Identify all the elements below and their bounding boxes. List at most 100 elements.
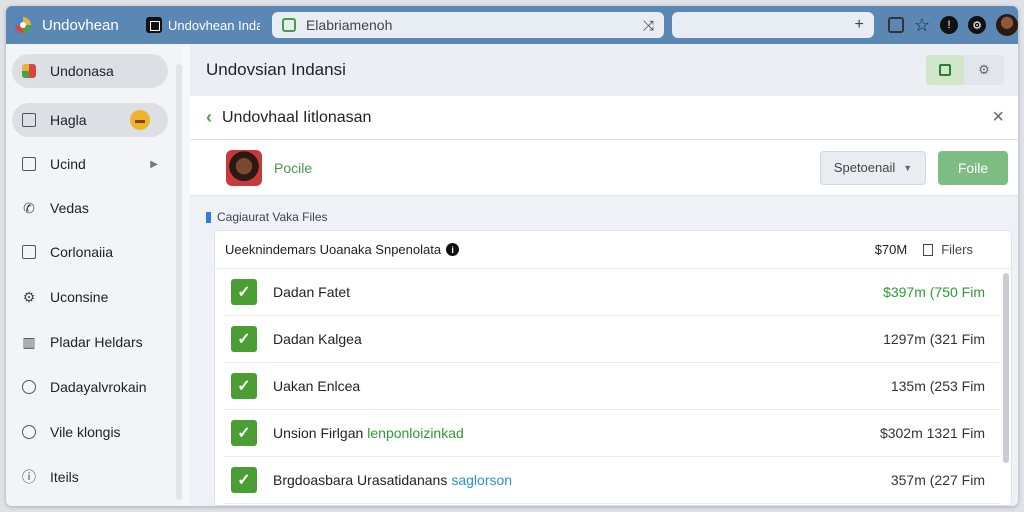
page-header: Undovsian Indansi ⚙ bbox=[190, 44, 1018, 96]
file-size: 357m (227 Fim bbox=[890, 472, 985, 488]
grid-view-icon[interactable] bbox=[926, 55, 964, 85]
avatar bbox=[226, 149, 262, 186]
file-name: Brgdoasbara Urasatidanans bbox=[273, 472, 448, 488]
profile-row: Pocile Spetoenail ▼ Foile bbox=[190, 140, 1018, 196]
file-row[interactable]: ✓ Uakan Enlcea 135m (253 Fim bbox=[225, 363, 999, 410]
panel-header: ‹ Undovhaal Iitlonasan × bbox=[190, 96, 1018, 140]
list-icon bbox=[20, 378, 38, 396]
file-name: Dadan Kalgea bbox=[273, 331, 362, 347]
url-text[interactable]: Elabriamenoh bbox=[306, 17, 643, 33]
app-window: Undovhean Undovhean Indansi Elabriamenoh… bbox=[6, 6, 1018, 506]
notification-badge: ▬ bbox=[130, 110, 150, 130]
star-icon[interactable]: ☆ bbox=[914, 16, 930, 34]
sidebar-item-label: Hagla bbox=[50, 112, 87, 128]
filter-dropdown[interactable]: Spetoenail ▼ bbox=[820, 150, 926, 185]
file-card: Ueeknindemars Uoanaka Snpenolata i $70M … bbox=[214, 230, 1012, 506]
app-title: Undovhean bbox=[42, 16, 119, 34]
file-row[interactable]: ✓ Dadan Kalgea 1297m (321 Fim bbox=[225, 316, 999, 363]
sidebar-item-undonasa[interactable]: Undonasa bbox=[12, 54, 168, 88]
sidebar-item-vile-klongis[interactable]: Vile klongis bbox=[12, 415, 168, 449]
settings-icon: ⚙ bbox=[22, 288, 36, 305]
settings-icon[interactable]: ⚙ bbox=[968, 16, 987, 34]
sidebar-item-hagla[interactable]: Hagla ▬ bbox=[12, 103, 168, 137]
document-icon bbox=[20, 243, 38, 261]
sidebar-scrollbar[interactable] bbox=[176, 64, 182, 500]
file-tag[interactable]: lenponloizinkad bbox=[367, 425, 464, 441]
app-logo-icon[interactable] bbox=[12, 14, 34, 36]
sidebar-item-label: Corlonaiia bbox=[50, 244, 114, 260]
sidebar-item-label: Dadayalvrokain bbox=[50, 379, 147, 395]
file-name: Dadan Fatet bbox=[273, 284, 351, 300]
sidebar-item-dadayalvrokain[interactable]: Dadayalvrokain bbox=[12, 370, 168, 404]
avatar[interactable] bbox=[996, 14, 1018, 36]
detail-panel: ‹ Undovhaal Iitlonasan × Pocile Spetoena… bbox=[190, 96, 1018, 506]
sidebar-item-ucind[interactable]: Ucind ▶ bbox=[12, 147, 168, 181]
file-size: $397m (750 Fim bbox=[883, 284, 985, 300]
sidebar-item-label: Iteils bbox=[50, 469, 79, 485]
card-header: Ueeknindemars Uoanaka Snpenolata i $70M … bbox=[215, 231, 1011, 269]
file-row[interactable]: ✓ Brgdoasbara Urasatidanans saglorson 357m … bbox=[225, 457, 999, 504]
section-marker bbox=[206, 211, 211, 223]
info-icon[interactable]: ! bbox=[940, 16, 959, 34]
dropdown-value: Spetoenail bbox=[833, 160, 896, 175]
tab-title[interactable]: Undovhean Indansi bbox=[168, 18, 260, 33]
window-icon[interactable] bbox=[887, 17, 904, 33]
page-title: Undovsian Indansi bbox=[206, 60, 346, 79]
card-total: $70M bbox=[874, 242, 908, 257]
chevron-down-icon: ▼ bbox=[903, 162, 913, 173]
checkbox-checked[interactable]: ✓ bbox=[231, 420, 257, 446]
folder-icon: ▥ bbox=[22, 333, 36, 350]
file-tag[interactable]: saglorson bbox=[451, 472, 512, 488]
card-files-label[interactable]: Filers bbox=[941, 242, 973, 257]
sidebar: Undonasa Hagla ▬ Ucind ▶ ✆ Vedas Corlona… bbox=[6, 44, 182, 506]
sidebar-item-label: Vile klongis bbox=[50, 424, 121, 440]
info-icon[interactable]: i bbox=[446, 243, 460, 256]
sidebar-item-vedas[interactable]: ✆ Vedas bbox=[12, 191, 168, 225]
tab-icon[interactable] bbox=[145, 17, 162, 33]
search-input[interactable]: + bbox=[671, 12, 874, 38]
panel-title: Undovhaal Iitlonasan bbox=[222, 108, 372, 126]
app-logo-icon bbox=[20, 62, 38, 80]
card-scrollbar[interactable] bbox=[1003, 273, 1009, 463]
info-icon: ⓘ bbox=[22, 469, 36, 485]
secure-icon bbox=[281, 18, 296, 32]
globe-icon bbox=[20, 423, 38, 441]
sidebar-item-iteils[interactable]: ⓘ Iteils bbox=[12, 460, 168, 494]
file-list: ✓ Dadan Fatet $397m (750 Fim ✓ Dadan Kalgea 1… bbox=[225, 269, 999, 504]
sidebar-item-label: Undonasa bbox=[50, 63, 114, 79]
sidebar-item-uconsine[interactable]: ⚙ Uconsine bbox=[12, 280, 168, 314]
back-icon[interactable]: ‹ bbox=[206, 107, 212, 128]
view-toggle[interactable]: ⚙ bbox=[926, 55, 1004, 85]
checkbox-checked[interactable]: ✓ bbox=[231, 279, 257, 305]
title-bar: Undovhean Undovhean Indansi Elabriamenoh… bbox=[6, 6, 1018, 44]
share-icon[interactable]: ⤨ bbox=[643, 17, 654, 34]
section-label: Cagiaurat Vaka Files bbox=[206, 210, 328, 224]
checkbox-checked[interactable]: ✓ bbox=[231, 326, 257, 352]
file-row[interactable]: ✓ Unsion Firlgan lenponloizinkad $302m 1321… bbox=[225, 410, 999, 457]
sidebar-item-label: Vedas bbox=[50, 200, 89, 216]
primary-button[interactable]: Foile bbox=[938, 150, 1008, 185]
profile-name[interactable]: Pocile bbox=[274, 160, 820, 176]
list-icon bbox=[20, 155, 38, 173]
sidebar-item-label: Pladar Heldars bbox=[50, 334, 143, 350]
phone-icon: ✆ bbox=[23, 199, 35, 216]
chevron-right-icon[interactable]: ▶ bbox=[150, 159, 158, 170]
file-row[interactable]: ✓ Dadan Fatet $397m (750 Fim bbox=[225, 269, 999, 316]
card-title: Ueeknindemars Uoanaka Snpenolata bbox=[225, 242, 442, 257]
sidebar-item-corlonaiia[interactable]: Corlonaiia bbox=[12, 235, 168, 269]
section-label-text: Cagiaurat Vaka Files bbox=[217, 210, 328, 224]
file-size: $302m 1321 Fim bbox=[879, 425, 985, 441]
url-bar[interactable]: Elabriamenoh ⤨ bbox=[271, 12, 664, 38]
sidebar-item-label: Uconsine bbox=[50, 289, 109, 305]
file-size: 1297m (321 Fim bbox=[883, 331, 985, 347]
close-icon[interactable]: × bbox=[992, 106, 1004, 129]
file-name: Unsion Firlgan bbox=[273, 425, 364, 441]
page-icon bbox=[20, 111, 38, 129]
sidebar-item-pladar-heldars[interactable]: ▥ Pladar Heldars bbox=[12, 325, 168, 359]
settings-view-icon[interactable]: ⚙ bbox=[964, 62, 1004, 78]
add-icon[interactable]: + bbox=[855, 16, 864, 34]
checkbox-checked[interactable]: ✓ bbox=[231, 467, 257, 493]
checkbox-checked[interactable]: ✓ bbox=[231, 373, 257, 399]
sidebar-item-label: Ucind bbox=[50, 156, 86, 172]
file-name: Uakan Enlcea bbox=[273, 378, 361, 394]
